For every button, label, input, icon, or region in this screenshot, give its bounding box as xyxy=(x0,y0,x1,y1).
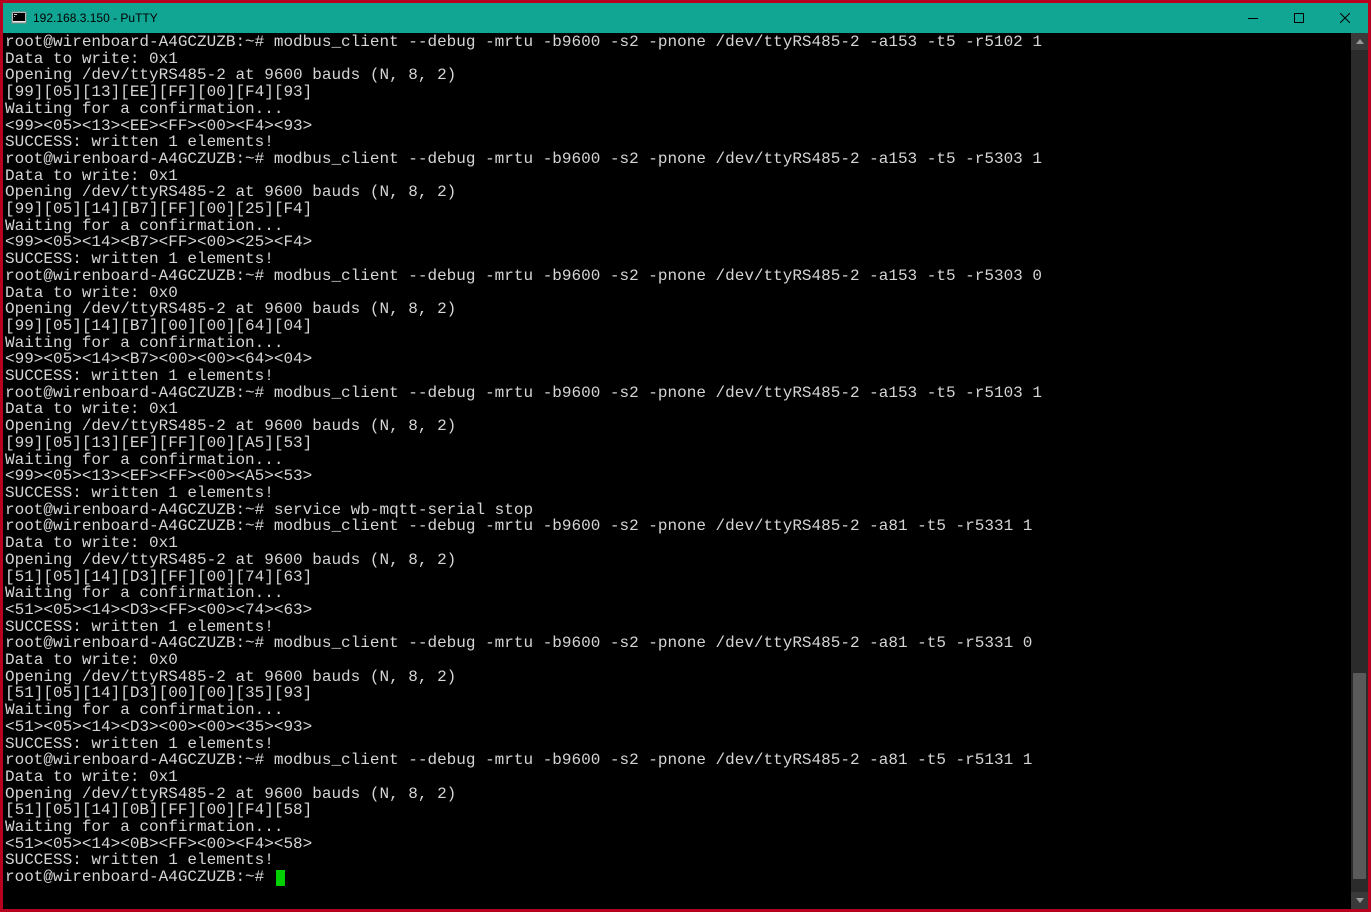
terminal-line: [51][05][14][0B][FF][00][F4][58] xyxy=(5,802,1349,819)
terminal-line: Opening /dev/ttyRS485-2 at 9600 bauds (N… xyxy=(5,301,1349,318)
terminal-line: root@wirenboard-A4GCZUZB:~# modbus_clien… xyxy=(5,518,1349,535)
terminal-line: Waiting for a confirmation... xyxy=(5,218,1349,235)
window-title: 192.168.3.150 - PuTTY xyxy=(33,11,158,25)
terminal-line: Data to write: 0x1 xyxy=(5,535,1349,552)
terminal-line: SUCCESS: written 1 elements! xyxy=(5,736,1349,753)
terminal-line: root@wirenboard-A4GCZUZB:~# modbus_clien… xyxy=(5,268,1349,285)
close-button[interactable] xyxy=(1322,3,1368,33)
terminal-line: <51><05><14><D3><FF><00><74><63> xyxy=(5,602,1349,619)
terminal-line: [51][05][14][D3][FF][00][74][63] xyxy=(5,569,1349,586)
terminal-line: Opening /dev/ttyRS485-2 at 9600 bauds (N… xyxy=(5,669,1349,686)
terminal[interactable]: root@wirenboard-A4GCZUZB:~# modbus_clien… xyxy=(3,33,1351,909)
terminal-line: Opening /dev/ttyRS485-2 at 9600 bauds (N… xyxy=(5,184,1349,201)
terminal-line: <51><05><14><0B><FF><00><F4><58> xyxy=(5,836,1349,853)
terminal-line: root@wirenboard-A4GCZUZB:~# modbus_clien… xyxy=(5,635,1349,652)
terminal-line: root@wirenboard-A4GCZUZB:~# modbus_clien… xyxy=(5,151,1349,168)
terminal-line: SUCCESS: written 1 elements! xyxy=(5,134,1349,151)
titlebar[interactable]: 192.168.3.150 - PuTTY xyxy=(3,3,1368,33)
terminal-line: <51><05><14><D3><00><00><35><93> xyxy=(5,719,1349,736)
maximize-button[interactable] xyxy=(1276,3,1322,33)
terminal-line: root@wirenboard-A4GCZUZB:~# modbus_clien… xyxy=(5,385,1349,402)
terminal-line: [99][05][14][B7][FF][00][25][F4] xyxy=(5,201,1349,218)
vertical-scrollbar[interactable] xyxy=(1351,33,1368,909)
terminal-line: Data to write: 0x0 xyxy=(5,652,1349,669)
terminal-line: [51][05][14][D3][00][00][35][93] xyxy=(5,685,1349,702)
terminal-line: Waiting for a confirmation... xyxy=(5,819,1349,836)
terminal-line: <99><05><14><B7><FF><00><25><F4> xyxy=(5,234,1349,251)
scroll-down-button[interactable] xyxy=(1351,892,1368,909)
terminal-line: Opening /dev/ttyRS485-2 at 9600 bauds (N… xyxy=(5,418,1349,435)
terminal-line: SUCCESS: written 1 elements! xyxy=(5,619,1349,636)
terminal-line: <99><05><13><EF><FF><00><A5><53> xyxy=(5,468,1349,485)
putty-icon xyxy=(11,10,27,26)
terminal-line: Data to write: 0x1 xyxy=(5,401,1349,418)
terminal-line: root@wirenboard-A4GCZUZB:~# service wb-m… xyxy=(5,502,1349,519)
terminal-line: <99><05><13><EE><FF><00><F4><93> xyxy=(5,118,1349,135)
terminal-line: Waiting for a confirmation... xyxy=(5,585,1349,602)
terminal-prompt-line[interactable]: root@wirenboard-A4GCZUZB:~# xyxy=(5,869,1349,886)
terminal-line: Opening /dev/ttyRS485-2 at 9600 bauds (N… xyxy=(5,552,1349,569)
terminal-line: [99][05][13][EE][FF][00][F4][93] xyxy=(5,84,1349,101)
terminal-cursor xyxy=(276,870,285,886)
terminal-line: SUCCESS: written 1 elements! xyxy=(5,251,1349,268)
terminal-line: Waiting for a confirmation... xyxy=(5,335,1349,352)
terminal-line: [99][05][13][EF][FF][00][A5][53] xyxy=(5,435,1349,452)
terminal-line: root@wirenboard-A4GCZUZB:~# modbus_clien… xyxy=(5,752,1349,769)
terminal-line: Data to write: 0x0 xyxy=(5,285,1349,302)
terminal-line: <99><05><14><B7><00><00><64><04> xyxy=(5,351,1349,368)
putty-window: 192.168.3.150 - PuTTY root@wirenboard-A4… xyxy=(0,0,1371,912)
terminal-line: [99][05][14][B7][00][00][64][04] xyxy=(5,318,1349,335)
terminal-line: Data to write: 0x1 xyxy=(5,769,1349,786)
terminal-line: SUCCESS: written 1 elements! xyxy=(5,485,1349,502)
terminal-line: Opening /dev/ttyRS485-2 at 9600 bauds (N… xyxy=(5,67,1349,84)
terminal-line: root@wirenboard-A4GCZUZB:~# modbus_clien… xyxy=(5,34,1349,51)
minimize-button[interactable] xyxy=(1230,3,1276,33)
terminal-line: SUCCESS: written 1 elements! xyxy=(5,852,1349,869)
terminal-line: Waiting for a confirmation... xyxy=(5,101,1349,118)
terminal-line: Opening /dev/ttyRS485-2 at 9600 bauds (N… xyxy=(5,786,1349,803)
client-area: root@wirenboard-A4GCZUZB:~# modbus_clien… xyxy=(3,33,1368,909)
terminal-line: SUCCESS: written 1 elements! xyxy=(5,368,1349,385)
terminal-line: Waiting for a confirmation... xyxy=(5,452,1349,469)
terminal-prompt: root@wirenboard-A4GCZUZB:~# xyxy=(5,868,274,886)
terminal-line: Data to write: 0x1 xyxy=(5,51,1349,68)
terminal-line: Data to write: 0x1 xyxy=(5,168,1349,185)
scroll-up-button[interactable] xyxy=(1351,33,1368,50)
terminal-line: Waiting for a confirmation... xyxy=(5,702,1349,719)
scrollbar-thumb[interactable] xyxy=(1353,673,1366,879)
